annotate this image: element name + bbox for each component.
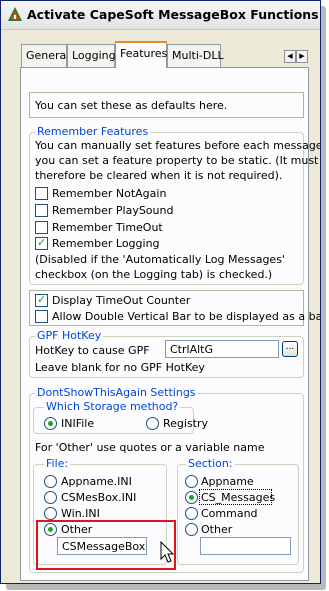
remember-note-line: checkbox (on the Logging tab) is checked… [35,268,273,281]
gpf-hotkey-hint: Leave blank for no GPF HotKey [35,361,205,374]
remember-desc-line: therefore be cleared when it is not requ… [35,169,283,182]
remember-playsound-label[interactable]: Remember PlaySound [52,204,173,217]
checkmark-icon: ✓ [37,236,47,249]
gpf-hotkey-field-label: HotKey to cause GPF [35,344,150,357]
section-legend: Section: [186,457,235,470]
remember-desc-line: you can set a feature property to be sta… [35,154,319,167]
tab-scroll-right-button[interactable]: ▶ [296,50,308,63]
remember-timeout-checkbox[interactable] [35,221,48,234]
section-appname-radio[interactable] [185,475,198,488]
intro-text: You can set these as defaults here. [35,99,228,112]
file-appname-ini-radio[interactable] [44,475,57,488]
display-timeout-counter-label[interactable]: Display TimeOut Counter [52,294,190,307]
gpf-hotkey-browse-button[interactable]: ... [282,341,298,357]
remember-desc-line: You can manually set features before eac… [35,139,321,152]
file-csmesbox-ini-label[interactable]: CSMesBox.INI [61,491,136,504]
allow-double-bar-checkbox[interactable] [35,310,48,323]
tab-multi-dll[interactable]: Multi-DLL [167,44,224,67]
tab-general[interactable]: General [21,44,70,67]
section-other-radio[interactable] [185,523,198,536]
remember-features-legend: Remember Features [35,125,151,138]
tab-scroll-left-button[interactable]: ◀ [284,50,296,63]
storage-registry-radio[interactable] [146,417,159,430]
tab-label: General [26,49,70,62]
section-cs-messages-radio[interactable] [185,491,198,504]
file-csmesbox-ini-radio[interactable] [44,491,57,504]
dontshow-legend: DontShowThisAgain Settings [35,386,198,399]
gpf-hotkey-legend: GPF HotKey [35,329,104,342]
file-win-ini-radio[interactable] [44,507,57,520]
other-hint-text: For 'Other' use quotes or a variable nam… [35,441,265,454]
storage-inifile-label[interactable]: INIFile [61,417,94,430]
tab-label: Multi-DLL [172,49,224,62]
file-appname-ini-label[interactable]: Appname.INI [61,475,132,488]
mouse-cursor-icon [160,541,175,563]
file-legend: File: [44,457,71,470]
dialog-window: Activate CapeSoft MessageBox Functions G… [0,0,321,584]
gpf-hotkey-input[interactable]: CtrlAltG [165,340,279,358]
section-other-input[interactable] [200,537,291,555]
tab-features[interactable]: Features [115,41,167,68]
section-other-label[interactable]: Other [201,523,232,536]
display-timeout-counter-checkbox[interactable]: ✓ [35,293,48,307]
section-command-radio[interactable] [185,507,198,520]
tab-label: Features [120,47,168,60]
window-title: Activate CapeSoft MessageBox Functions [27,7,319,22]
app-logo-icon [8,7,22,21]
storage-method-legend: Which Storage method? [44,400,181,413]
checkmark-icon: ✓ [37,293,47,306]
title-bar[interactable]: Activate CapeSoft MessageBox Functions [1,1,320,30]
remember-notagain-checkbox[interactable] [35,187,48,200]
remember-note-line: (Disabled if the 'Automatically Log Mess… [35,253,285,266]
allow-double-bar-label[interactable]: Allow Double Vertical Bar to be displaye… [52,310,320,323]
remember-logging-checkbox[interactable]: ✓ [35,236,48,250]
tab-logging[interactable]: Logging [67,44,116,67]
file-win-ini-label[interactable]: Win.INI [61,507,100,520]
storage-inifile-radio[interactable] [44,417,57,430]
remember-notagain-label[interactable]: Remember NotAgain [52,187,166,200]
section-command-label[interactable]: Command [201,507,258,520]
remember-playsound-checkbox[interactable] [35,204,48,217]
section-appname-label[interactable]: Appname [201,475,254,488]
chevron-right-icon: ▶ [299,52,305,60]
radio-dot [48,421,53,426]
chevron-left-icon: ◀ [287,52,293,60]
highlight-annotation [36,520,176,570]
storage-registry-label[interactable]: Registry [163,417,208,430]
remember-logging-label[interactable]: Remember Logging [52,237,160,250]
radio-dot [189,495,194,500]
remember-timeout-label[interactable]: Remember TimeOut [52,221,163,234]
section-cs-messages-label[interactable]: CS_Messages [201,491,275,504]
tab-label: Logging [72,49,116,62]
